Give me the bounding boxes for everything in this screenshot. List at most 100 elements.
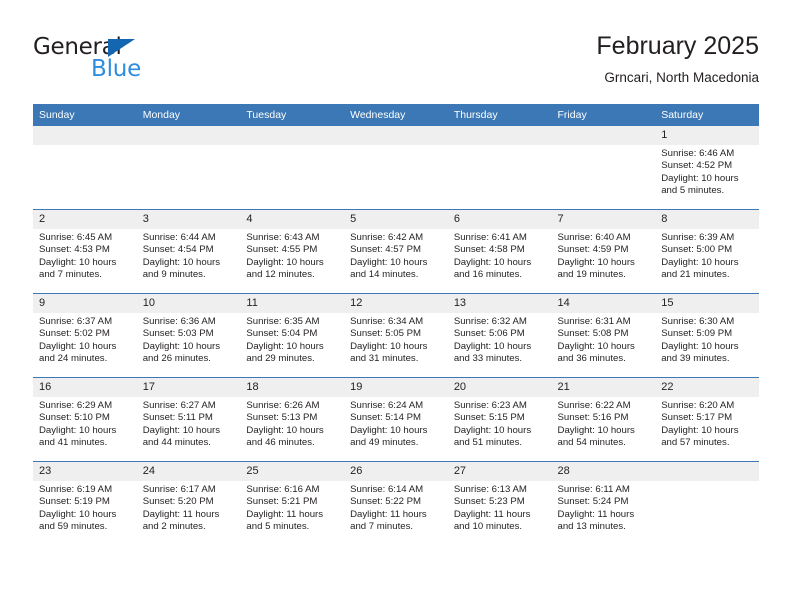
calendar-week-row: 2 Sunrise: 6:45 AM Sunset: 4:53 PM Daylight… xyxy=(33,209,759,294)
calendar-day-cell[interactable]: 15 Sunrise: 6:30 AM Sunset: 5:09 PM Dayligh… xyxy=(655,293,759,378)
calendar-day-cell[interactable]: 10 Sunrise: 6:36 AM Sunset: 5:03 PM Dayligh… xyxy=(136,293,241,378)
sunrise-time: Sunrise: 6:45 AM xyxy=(39,232,113,243)
calendar-day-cell[interactable]: 18 Sunrise: 6:26 AM Sunset: 5:13 PM Dayligh… xyxy=(240,377,345,462)
daylight-duration-line1: Daylight: 10 hours xyxy=(557,256,635,268)
sunset-time: Sunset: 5:06 PM xyxy=(453,328,525,340)
daylight-duration-line2: and 5 minutes. xyxy=(661,185,725,197)
daylight-duration-line2: and 36 minutes. xyxy=(557,353,626,365)
sunset-time: Sunset: 5:19 PM xyxy=(39,496,110,508)
daylight-duration-line1: Daylight: 10 hours xyxy=(557,340,635,352)
calendar-day-cell[interactable]: 27 Sunrise: 6:13 AM Sunset: 5:23 PM Dayligh… xyxy=(447,461,552,545)
sunset-time: Sunset: 5:13 PM xyxy=(246,412,318,424)
day-number: 2 xyxy=(33,210,137,229)
logo-triangle-icon xyxy=(108,39,135,57)
day-number xyxy=(551,126,656,145)
sunrise-time: Sunrise: 6:22 AM xyxy=(557,400,631,411)
day-number: 19 xyxy=(344,378,448,397)
calendar-day-cell[interactable]: 26 Sunrise: 6:14 AM Sunset: 5:22 PM Dayligh… xyxy=(344,461,448,545)
sunset-time: Sunset: 5:20 PM xyxy=(142,496,214,508)
daylight-duration-line1: Daylight: 10 hours xyxy=(661,424,739,436)
calendar-day-cell[interactable]: 7 Sunrise: 6:40 AM Sunset: 4:59 PM Daylight… xyxy=(551,209,656,294)
calendar-day-cell[interactable]: 5 Sunrise: 6:42 AM Sunset: 4:57 PM Daylight… xyxy=(344,209,448,294)
calendar-day-cell[interactable]: 14 Sunrise: 6:31 AM Sunset: 5:08 PM Dayligh… xyxy=(551,293,656,378)
day-sun-info: Sunrise: 6:41 AM Sunset: 4:58 PM Daylight:… xyxy=(448,229,552,282)
day-number xyxy=(655,462,759,481)
generalblue-logo[interactable]: General Blue xyxy=(33,34,213,90)
logo-text-blue: Blue xyxy=(91,56,142,82)
daylight-duration-line2: and 2 minutes. xyxy=(142,521,206,533)
day-sun-info: Sunrise: 6:22 AM Sunset: 5:16 PM Daylight:… xyxy=(552,397,656,450)
sunrise-time: Sunrise: 6:14 AM xyxy=(350,484,424,495)
sunrise-time: Sunrise: 6:13 AM xyxy=(453,484,527,495)
calendar-week-row: 9 Sunrise: 6:37 AM Sunset: 5:02 PM Daylight… xyxy=(33,293,759,378)
daylight-duration-line1: Daylight: 10 hours xyxy=(142,256,221,268)
sunrise-time: Sunrise: 6:34 AM xyxy=(350,316,424,327)
calendar-day-cell[interactable]: 1 Sunrise: 6:46 AM Sunset: 4:52 PM Daylight… xyxy=(655,126,759,210)
calendar-day-cell[interactable]: 13 Sunrise: 6:32 AM Sunset: 5:06 PM Dayligh… xyxy=(447,293,552,378)
sunset-time: Sunset: 5:03 PM xyxy=(142,328,214,340)
day-sun-info: Sunrise: 6:44 AM Sunset: 4:54 PM Daylight:… xyxy=(137,229,241,282)
sunset-time: Sunset: 5:05 PM xyxy=(350,328,422,340)
day-number: 20 xyxy=(447,378,552,397)
sunset-time: Sunset: 4:52 PM xyxy=(661,160,733,172)
calendar-day-cell[interactable]: 17 Sunrise: 6:27 AM Sunset: 5:11 PM Dayligh… xyxy=(136,377,241,462)
day-sun-info: Sunrise: 6:34 AM Sunset: 5:05 PM Daylight:… xyxy=(344,313,448,366)
calendar-day-cell-empty xyxy=(136,126,241,210)
daylight-duration-line2: and 7 minutes. xyxy=(350,521,414,533)
calendar-day-cell[interactable]: 4 Sunrise: 6:43 AM Sunset: 4:55 PM Daylight… xyxy=(240,209,345,294)
calendar-day-cell[interactable]: 11 Sunrise: 6:35 AM Sunset: 5:04 PM Dayligh… xyxy=(240,293,345,378)
daylight-duration-line1: Daylight: 10 hours xyxy=(453,256,532,268)
calendar-day-cell[interactable]: 8 Sunrise: 6:39 AM Sunset: 5:00 PM Daylight… xyxy=(655,209,759,294)
calendar-day-cell[interactable]: 3 Sunrise: 6:44 AM Sunset: 4:54 PM Daylight… xyxy=(136,209,241,294)
daylight-duration-line1: Daylight: 10 hours xyxy=(142,424,221,436)
calendar-day-cell[interactable]: 6 Sunrise: 6:41 AM Sunset: 4:58 PM Daylight… xyxy=(447,209,552,294)
day-sun-info: Sunrise: 6:13 AM Sunset: 5:23 PM Daylight:… xyxy=(448,481,552,534)
calendar-day-cell[interactable]: 12 Sunrise: 6:34 AM Sunset: 5:05 PM Dayligh… xyxy=(344,293,448,378)
day-number: 7 xyxy=(551,210,656,229)
sunset-time: Sunset: 5:16 PM xyxy=(557,412,629,424)
daylight-duration-line1: Daylight: 10 hours xyxy=(39,340,117,352)
calendar-day-cell[interactable]: 23 Sunrise: 6:19 AM Sunset: 5:19 PM Dayligh… xyxy=(33,461,137,545)
page-title: February 2025 xyxy=(596,32,759,60)
day-sun-info: Sunrise: 6:17 AM Sunset: 5:20 PM Daylight:… xyxy=(137,481,241,534)
daylight-duration-line2: and 5 minutes. xyxy=(246,521,310,533)
calendar-day-cell-empty xyxy=(344,126,448,210)
calendar-day-cell[interactable]: 25 Sunrise: 6:16 AM Sunset: 5:21 PM Dayligh… xyxy=(240,461,345,545)
calendar-day-cell[interactable]: 9 Sunrise: 6:37 AM Sunset: 5:02 PM Daylight… xyxy=(33,293,137,378)
calendar-day-cell[interactable]: 20 Sunrise: 6:23 AM Sunset: 5:15 PM Dayligh… xyxy=(447,377,552,462)
day-number: 10 xyxy=(136,294,241,313)
calendar-day-cell[interactable]: 28 Sunrise: 6:11 AM Sunset: 5:24 PM Dayligh… xyxy=(551,461,656,545)
sunrise-time: Sunrise: 6:37 AM xyxy=(39,316,113,327)
daylight-duration-line2: and 10 minutes. xyxy=(453,521,523,533)
sunrise-time: Sunrise: 6:41 AM xyxy=(453,232,527,243)
sunrise-sunset-calendar: Sunday Monday Tuesday Wednesday Thursday… xyxy=(33,104,759,545)
daylight-duration-line1: Daylight: 10 hours xyxy=(661,172,739,184)
day-sun-info: Sunrise: 6:14 AM Sunset: 5:22 PM Daylight:… xyxy=(344,481,448,534)
daylight-duration-line2: and 7 minutes. xyxy=(39,269,102,281)
daylight-duration-line2: and 24 minutes. xyxy=(39,353,108,365)
day-sun-info: Sunrise: 6:43 AM Sunset: 4:55 PM Daylight:… xyxy=(240,229,344,282)
calendar-day-cell[interactable]: 22 Sunrise: 6:20 AM Sunset: 5:17 PM Dayligh… xyxy=(655,377,759,462)
day-number: 15 xyxy=(655,294,759,313)
daylight-duration-line2: and 46 minutes. xyxy=(246,437,315,449)
weekday-header-tuesday: Tuesday xyxy=(240,104,345,126)
day-number: 13 xyxy=(447,294,552,313)
calendar-day-cell[interactable]: 2 Sunrise: 6:45 AM Sunset: 4:53 PM Daylight… xyxy=(33,209,137,294)
daylight-duration-line1: Daylight: 10 hours xyxy=(246,256,324,268)
calendar-day-cell[interactable]: 24 Sunrise: 6:17 AM Sunset: 5:20 PM Dayligh… xyxy=(136,461,241,545)
calendar-day-cell[interactable]: 16 Sunrise: 6:29 AM Sunset: 5:10 PM Dayligh… xyxy=(33,377,137,462)
daylight-duration-line2: and 13 minutes. xyxy=(557,521,626,533)
sunrise-time: Sunrise: 6:20 AM xyxy=(661,400,735,411)
sunrise-time: Sunrise: 6:11 AM xyxy=(557,484,630,495)
day-number: 12 xyxy=(344,294,448,313)
daylight-duration-line1: Daylight: 10 hours xyxy=(39,508,117,520)
calendar-day-cell[interactable]: 21 Sunrise: 6:22 AM Sunset: 5:16 PM Dayligh… xyxy=(551,377,656,462)
sunrise-time: Sunrise: 6:42 AM xyxy=(350,232,424,243)
daylight-duration-line1: Daylight: 11 hours xyxy=(142,508,220,520)
sunrise-time: Sunrise: 6:23 AM xyxy=(453,400,527,411)
sunrise-time: Sunrise: 6:16 AM xyxy=(246,484,320,495)
daylight-duration-line1: Daylight: 10 hours xyxy=(246,340,324,352)
day-number: 28 xyxy=(551,462,656,481)
calendar-day-cell[interactable]: 19 Sunrise: 6:24 AM Sunset: 5:14 PM Dayligh… xyxy=(344,377,448,462)
day-number: 5 xyxy=(344,210,448,229)
